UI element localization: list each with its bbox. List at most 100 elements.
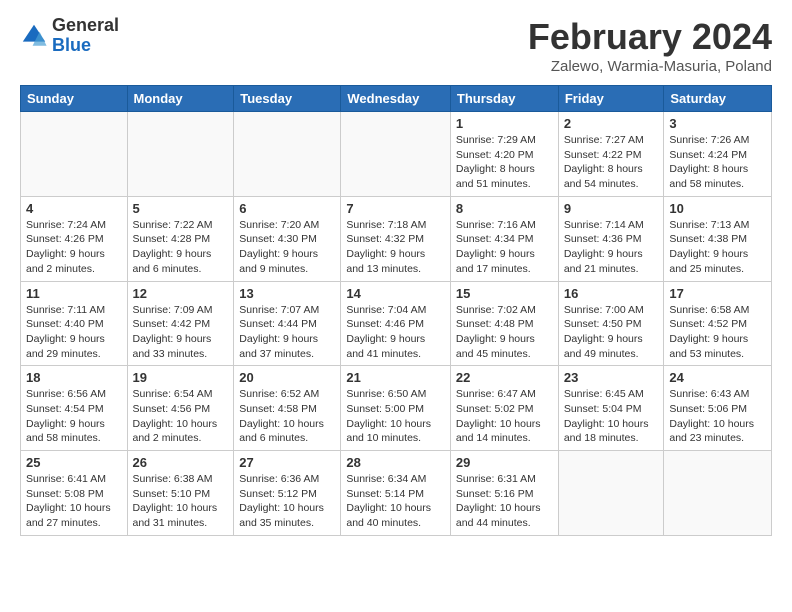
day-number: 19: [133, 370, 229, 385]
calendar-week-row: 25 Sunrise: 6:41 AM Sunset: 5:08 PM Dayli…: [21, 451, 772, 536]
calendar-day-header: Monday: [127, 86, 234, 112]
calendar-cell: 29Sunrise: 6:31 AM Sunset: 5:16 PM Dayli…: [450, 451, 558, 536]
day-number: 4: [26, 201, 122, 216]
calendar-cell: 19 Sunrise: 6:54 AM Sunset: 4:56 PM Dayli…: [127, 366, 234, 451]
calendar-cell: 24 Sunrise: 6:43 AM Sunset: 5:06 PM Dayli…: [664, 366, 772, 451]
calendar-week-row: 4 Sunrise: 7:24 AM Sunset: 4:26 PM Daylig…: [21, 196, 772, 281]
day-number: 12: [133, 286, 229, 301]
calendar-cell: 4 Sunrise: 7:24 AM Sunset: 4:26 PM Daylig…: [21, 196, 128, 281]
day-number: 18: [26, 370, 122, 385]
calendar-cell: 13 Sunrise: 7:07 AM Sunset: 4:44 PM Dayli…: [234, 281, 341, 366]
day-number: 6: [239, 201, 335, 216]
day-number: 22: [456, 370, 553, 385]
calendar-cell: 1 Sunrise: 7:29 AM Sunset: 4:20 PM Daylig…: [450, 112, 558, 197]
day-info: Sunrise: 7:16 AM Sunset: 4:34 PM Dayligh…: [456, 218, 553, 277]
title-block: February 2024 Zalewo, Warmia-Masuria, Po…: [528, 16, 772, 75]
calendar-day-header: Tuesday: [234, 86, 341, 112]
day-info: Sunrise: 6:45 AM Sunset: 5:04 PM Dayligh…: [564, 387, 659, 446]
day-info: Sunrise: 7:11 AM Sunset: 4:40 PM Dayligh…: [26, 303, 122, 362]
day-number: 23: [564, 370, 659, 385]
day-number: 17: [669, 286, 766, 301]
calendar-cell: 21 Sunrise: 6:50 AM Sunset: 5:00 PM Dayli…: [341, 366, 451, 451]
day-info: Sunrise: 7:00 AM Sunset: 4:50 PM Dayligh…: [564, 303, 659, 362]
logo-icon: [20, 22, 48, 50]
calendar-cell: [558, 451, 664, 536]
calendar-day-header: Saturday: [664, 86, 772, 112]
calendar-header-row: SundayMondayTuesdayWednesdayThursdayFrid…: [21, 86, 772, 112]
day-info: Sunrise: 6:50 AM Sunset: 5:00 PM Dayligh…: [346, 387, 445, 446]
day-info: Sunrise: 6:52 AM Sunset: 4:58 PM Dayligh…: [239, 387, 335, 446]
calendar-cell: 7 Sunrise: 7:18 AM Sunset: 4:32 PM Daylig…: [341, 196, 451, 281]
calendar-day-header: Thursday: [450, 86, 558, 112]
day-number: 11: [26, 286, 122, 301]
calendar-cell: 27 Sunrise: 6:36 AM Sunset: 5:12 PM Dayli…: [234, 451, 341, 536]
day-info: Sunrise: 7:14 AM Sunset: 4:36 PM Dayligh…: [564, 218, 659, 277]
day-number: 28: [346, 455, 445, 470]
calendar-cell: 2Sunrise: 7:27 AM Sunset: 4:22 PM Daylig…: [558, 112, 664, 197]
day-number: 27: [239, 455, 335, 470]
calendar-cell: 8 Sunrise: 7:16 AM Sunset: 4:34 PM Daylig…: [450, 196, 558, 281]
calendar-week-row: 18 Sunrise: 6:56 AM Sunset: 4:54 PM Dayli…: [21, 366, 772, 451]
day-info: Sunrise: 6:36 AM Sunset: 5:12 PM Dayligh…: [239, 472, 335, 531]
day-number: 26: [133, 455, 229, 470]
logo-blue: Blue: [52, 36, 119, 56]
day-info: Sunrise: 7:26 AM Sunset: 4:24 PM Dayligh…: [669, 133, 766, 192]
logo-general: General: [52, 16, 119, 36]
logo-text: General Blue: [52, 16, 119, 56]
day-number: 25: [26, 455, 122, 470]
day-info: Sunrise: 7:09 AM Sunset: 4:42 PM Dayligh…: [133, 303, 229, 362]
calendar-day-header: Sunday: [21, 86, 128, 112]
day-number: 8: [456, 201, 553, 216]
calendar-cell: 20 Sunrise: 6:52 AM Sunset: 4:58 PM Dayli…: [234, 366, 341, 451]
calendar-cell: 16 Sunrise: 7:00 AM Sunset: 4:50 PM Dayli…: [558, 281, 664, 366]
header: General Blue February 2024 Zalewo, Warmi…: [20, 16, 772, 75]
day-number: 9: [564, 201, 659, 216]
day-info: Sunrise: 7:20 AM Sunset: 4:30 PM Dayligh…: [239, 218, 335, 277]
day-info: Sunrise: 6:43 AM Sunset: 5:06 PM Dayligh…: [669, 387, 766, 446]
day-info: Sunrise: 6:58 AM Sunset: 4:52 PM Dayligh…: [669, 303, 766, 362]
calendar-cell: 9 Sunrise: 7:14 AM Sunset: 4:36 PM Daylig…: [558, 196, 664, 281]
day-number: 1: [456, 116, 553, 131]
calendar-cell: [664, 451, 772, 536]
day-info: Sunrise: 7:24 AM Sunset: 4:26 PM Dayligh…: [26, 218, 122, 277]
calendar-cell: 10Sunrise: 7:13 AM Sunset: 4:38 PM Dayli…: [664, 196, 772, 281]
calendar-cell: 28Sunrise: 6:34 AM Sunset: 5:14 PM Dayli…: [341, 451, 451, 536]
day-info: Sunrise: 6:41 AM Sunset: 5:08 PM Dayligh…: [26, 472, 122, 531]
calendar-week-row: 11 Sunrise: 7:11 AM Sunset: 4:40 PM Dayli…: [21, 281, 772, 366]
day-info: Sunrise: 7:22 AM Sunset: 4:28 PM Dayligh…: [133, 218, 229, 277]
day-number: 13: [239, 286, 335, 301]
day-number: 15: [456, 286, 553, 301]
calendar-cell: 3Sunrise: 7:26 AM Sunset: 4:24 PM Daylig…: [664, 112, 772, 197]
calendar-cell: 11 Sunrise: 7:11 AM Sunset: 4:40 PM Dayli…: [21, 281, 128, 366]
location: Zalewo, Warmia-Masuria, Poland: [528, 58, 772, 75]
calendar-cell: 6 Sunrise: 7:20 AM Sunset: 4:30 PM Daylig…: [234, 196, 341, 281]
calendar-cell: 17 Sunrise: 6:58 AM Sunset: 4:52 PM Dayli…: [664, 281, 772, 366]
day-info: Sunrise: 7:18 AM Sunset: 4:32 PM Dayligh…: [346, 218, 445, 277]
day-number: 20: [239, 370, 335, 385]
calendar-cell: [21, 112, 128, 197]
calendar-cell: 26 Sunrise: 6:38 AM Sunset: 5:10 PM Dayli…: [127, 451, 234, 536]
day-info: Sunrise: 6:38 AM Sunset: 5:10 PM Dayligh…: [133, 472, 229, 531]
day-number: 24: [669, 370, 766, 385]
calendar-cell: 22Sunrise: 6:47 AM Sunset: 5:02 PM Dayli…: [450, 366, 558, 451]
day-number: 21: [346, 370, 445, 385]
day-number: 2: [564, 116, 659, 131]
calendar-cell: 15 Sunrise: 7:02 AM Sunset: 4:48 PM Dayli…: [450, 281, 558, 366]
calendar: SundayMondayTuesdayWednesdayThursdayFrid…: [20, 85, 772, 536]
day-info: Sunrise: 7:29 AM Sunset: 4:20 PM Dayligh…: [456, 133, 553, 192]
calendar-week-row: 1 Sunrise: 7:29 AM Sunset: 4:20 PM Daylig…: [21, 112, 772, 197]
day-info: Sunrise: 6:31 AM Sunset: 5:16 PM Dayligh…: [456, 472, 553, 531]
day-number: 7: [346, 201, 445, 216]
calendar-cell: 5Sunrise: 7:22 AM Sunset: 4:28 PM Daylig…: [127, 196, 234, 281]
day-number: 16: [564, 286, 659, 301]
day-info: Sunrise: 6:56 AM Sunset: 4:54 PM Dayligh…: [26, 387, 122, 446]
day-info: Sunrise: 7:02 AM Sunset: 4:48 PM Dayligh…: [456, 303, 553, 362]
month-title: February 2024: [528, 16, 772, 58]
page: General Blue February 2024 Zalewo, Warmi…: [0, 0, 792, 546]
day-number: 10: [669, 201, 766, 216]
day-info: Sunrise: 6:54 AM Sunset: 4:56 PM Dayligh…: [133, 387, 229, 446]
calendar-cell: [234, 112, 341, 197]
day-info: Sunrise: 7:07 AM Sunset: 4:44 PM Dayligh…: [239, 303, 335, 362]
calendar-cell: 23 Sunrise: 6:45 AM Sunset: 5:04 PM Dayli…: [558, 366, 664, 451]
calendar-cell: 14Sunrise: 7:04 AM Sunset: 4:46 PM Dayli…: [341, 281, 451, 366]
